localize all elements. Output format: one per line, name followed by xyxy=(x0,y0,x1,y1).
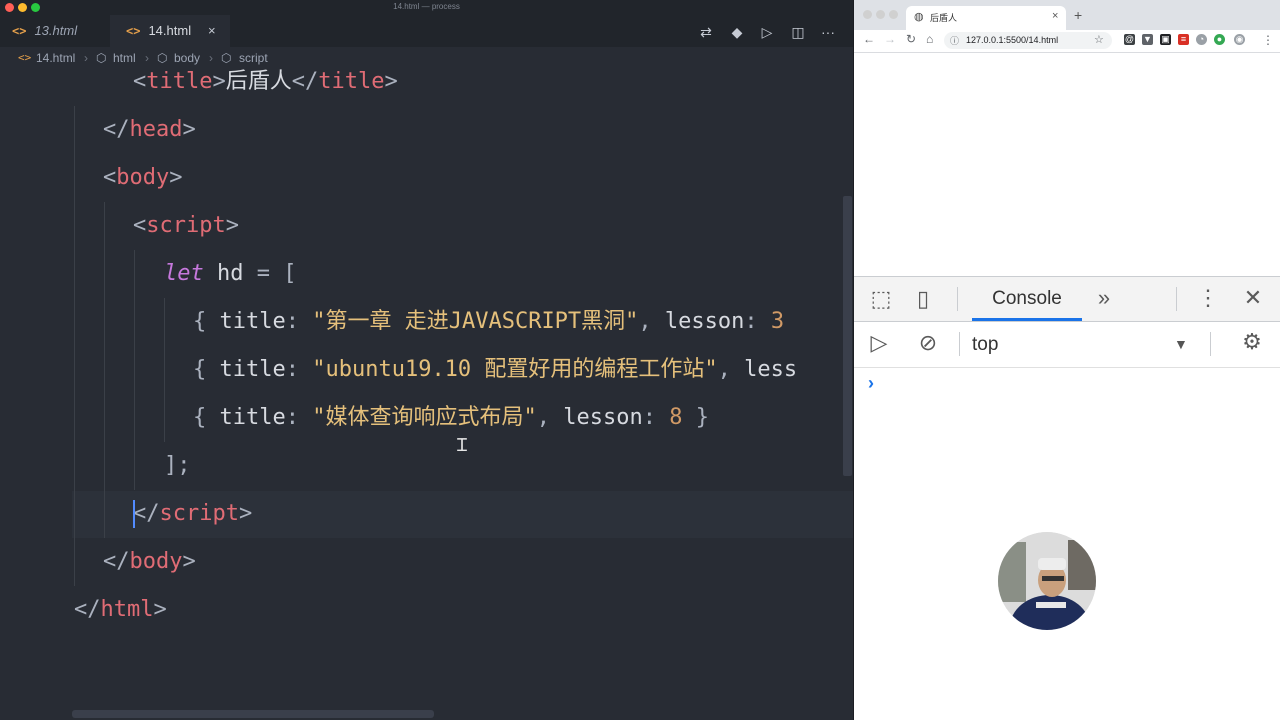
more-actions-icon[interactable]: ··· xyxy=(818,22,838,42)
split-editor-icon[interactable]: ◫ xyxy=(788,22,808,42)
tab-label: 14.html xyxy=(148,23,192,38)
window-titlebar: 14.html — process xyxy=(0,0,853,15)
new-tab-button[interactable]: + xyxy=(1074,7,1082,23)
code-line: <script> xyxy=(133,213,239,238)
close-devtools-icon[interactable]: ✕ xyxy=(1241,285,1265,311)
extension-icon[interactable]: ▣ xyxy=(1160,34,1171,45)
vertical-scrollbar[interactable] xyxy=(843,196,852,476)
browser-tab-title: 后盾人 xyxy=(930,13,958,23)
code-line: <title>后盾人</title> xyxy=(133,69,398,94)
sidebar-toggle-icon[interactable]: ▷ xyxy=(866,330,892,356)
address-bar[interactable]: ⓘ 127.0.0.1:5500/14.html ☆ xyxy=(944,32,1112,49)
close-window-button[interactable] xyxy=(863,10,872,19)
presenter-video-image xyxy=(998,532,1096,630)
profile-avatar[interactable]: ◉ xyxy=(1234,34,1245,45)
git-icon[interactable]: ◆ xyxy=(727,22,747,42)
close-tab-icon[interactable]: × xyxy=(1052,10,1058,22)
divider xyxy=(1176,287,1177,311)
extension-icon[interactable]: @ xyxy=(1124,34,1135,45)
tab-label: 13.html xyxy=(34,23,78,38)
context-value: top xyxy=(972,334,999,355)
inspect-element-icon[interactable]: ⬚ xyxy=(868,286,894,312)
divider xyxy=(957,287,958,311)
active-tab-indicator xyxy=(972,318,1082,321)
code-line: { title: "ubuntu19.10 配置好用的编程工作站", less xyxy=(193,357,798,382)
console-toolbar: ▷ ⊘ top ▼ ⚙ xyxy=(854,322,1280,368)
clear-console-icon[interactable]: ⊘ xyxy=(915,330,941,356)
devtools-toolbar: ⬚ ▯ Console » ⋮ ✕ xyxy=(854,277,1280,322)
divider xyxy=(1210,332,1211,356)
dropdown-arrow-icon[interactable]: ▼ xyxy=(1174,322,1188,367)
code-line: let hd = [ xyxy=(164,261,297,286)
code-line: </head> xyxy=(103,117,196,142)
extension-icon[interactable]: ● xyxy=(1214,34,1225,45)
extension-icon[interactable]: ◔ xyxy=(1196,34,1207,45)
browser-tab-strip: ◍ 后盾人 × + xyxy=(854,0,1280,30)
browser-menu-icon[interactable]: ⋮ xyxy=(1262,33,1274,47)
devtools-panel: ⬚ ▯ Console » ⋮ ✕ ▷ ⊘ top ▼ ⚙ › xyxy=(854,276,1280,720)
globe-icon: ◍ xyxy=(914,11,924,23)
html-file-icon: <> xyxy=(12,24,27,38)
extension-icon[interactable]: ▼ xyxy=(1142,34,1153,45)
code-editor: 14.html — process <> 13.html <> 14.html × … xyxy=(0,0,853,720)
horizontal-scrollbar[interactable] xyxy=(72,710,434,718)
presenter-webcam xyxy=(998,532,1096,630)
extension-icon[interactable]: ≡ xyxy=(1178,34,1189,45)
code-line: { title: "媒体查询响应式布局", lesson: 8 } xyxy=(193,405,709,430)
tab-console[interactable]: Console xyxy=(972,277,1082,321)
reload-icon[interactable]: ↻ xyxy=(906,32,916,46)
info-icon[interactable]: ⓘ xyxy=(950,34,959,47)
ibeam-cursor-icon: Ɪ xyxy=(457,435,468,455)
code-line: <body> xyxy=(103,165,183,190)
code-line: </body> xyxy=(103,549,196,574)
settings-gear-icon[interactable]: ⚙ xyxy=(1239,329,1265,355)
text-cursor xyxy=(133,500,135,528)
back-icon[interactable]: ← xyxy=(863,32,875,46)
forward-icon[interactable]: → xyxy=(884,32,896,46)
window-title: 14.html — process xyxy=(393,2,460,11)
close-tab-icon[interactable]: × xyxy=(208,15,216,47)
code-line: </script> xyxy=(133,501,253,526)
compare-icon[interactable]: ⇄ xyxy=(696,22,716,42)
code-line: </html> xyxy=(74,597,167,622)
zoom-window-button[interactable] xyxy=(889,10,898,19)
divider xyxy=(959,332,960,356)
editor-tab-bar: <> 13.html <> 14.html × ⇄ ◆ ▷ ◫ ··· xyxy=(0,15,853,62)
context-selector[interactable]: top xyxy=(972,322,1192,367)
tab-14-html[interactable]: <> 14.html × xyxy=(110,15,230,47)
url-text: 127.0.0.1:5500/14.html xyxy=(966,35,1059,45)
console-prompt-icon[interactable]: › xyxy=(868,373,874,394)
more-tabs-icon[interactable]: » xyxy=(1092,285,1116,311)
code-line: ]; xyxy=(164,453,191,478)
run-icon[interactable]: ▷ xyxy=(757,22,777,42)
home-icon[interactable]: ⌂ xyxy=(926,32,933,46)
device-toolbar-icon[interactable]: ▯ xyxy=(910,286,936,312)
browser-toolbar: ← → ↻ ⌂ ⓘ 127.0.0.1:5500/14.html ☆ @ ▼ ▣… xyxy=(854,30,1280,53)
kebab-menu-icon[interactable]: ⋮ xyxy=(1196,285,1220,311)
code-line: { title: "第一章 走进JAVASCRIPT黑洞", lesson: 3 xyxy=(193,309,785,334)
tab-13-html[interactable]: <> 13.html xyxy=(0,15,110,47)
browser-tab[interactable]: ◍ 后盾人 × xyxy=(906,6,1066,30)
html-file-icon: <> xyxy=(126,24,141,38)
minimize-window-button[interactable] xyxy=(876,10,885,19)
bookmark-star-icon[interactable]: ☆ xyxy=(1094,33,1104,46)
code-area[interactable]: <title>后盾人</title> </head> <body> <scrip… xyxy=(0,58,853,708)
